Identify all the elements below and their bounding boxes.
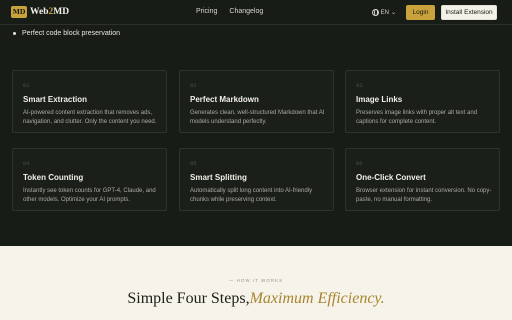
feature-card: 04 Token Counting Instantly see token co… xyxy=(12,148,167,211)
section-kicker: — HOW IT WORKS xyxy=(228,278,284,283)
feature-title: Perfect Markdown xyxy=(190,95,259,104)
feature-title: Smart Splitting xyxy=(190,173,247,182)
feature-title: One-Click Convert xyxy=(356,173,426,182)
feature-title: Token Counting xyxy=(23,173,84,182)
feature-title: Image Links xyxy=(356,95,403,104)
feature-number: 06 xyxy=(356,160,363,167)
nav-actions: EN ⌄ Login Install Extension xyxy=(371,5,497,20)
feature-card: 02 Perfect Markdown Generates clean, wel… xyxy=(179,70,334,133)
language-selector[interactable]: EN ⌄ xyxy=(371,9,396,16)
feature-number: 01 xyxy=(23,82,30,89)
logo[interactable]: MD Web2MD xyxy=(11,6,69,18)
feature-card: 03 Image Links Preserves image links wit… xyxy=(345,70,500,133)
nav-links: Pricing Changelog xyxy=(196,8,263,15)
feature-description: Generates clean, well-structured Markdow… xyxy=(190,110,325,125)
feature-description: Preserves image links with proper alt te… xyxy=(356,110,478,125)
feature-card: 05 Smart Splitting Automatically split l… xyxy=(179,148,334,211)
feature-description: Browser extension for instant conversion… xyxy=(356,188,492,203)
feature-bullet: Perfect code block preservation xyxy=(13,30,120,37)
nav-link-pricing[interactable]: Pricing xyxy=(196,8,217,15)
install-extension-button[interactable]: Install Extension xyxy=(441,5,497,20)
globe-icon xyxy=(371,9,379,16)
feature-description: AI-powered content extraction that remov… xyxy=(23,110,157,125)
logo-text-part3: MD xyxy=(53,7,70,17)
section-title-accent: Maximum Efficiency. xyxy=(249,290,385,307)
nav-link-changelog[interactable]: Changelog xyxy=(229,8,263,15)
logo-text: Web2MD xyxy=(30,7,69,17)
chevron-down-icon: ⌄ xyxy=(390,10,396,16)
login-button[interactable]: Login xyxy=(406,5,435,20)
feature-number: 03 xyxy=(356,82,363,89)
section-title-plain: Simple Four Steps, xyxy=(127,290,250,307)
feature-number: 05 xyxy=(190,160,197,167)
feature-number: 02 xyxy=(190,82,197,89)
top-navbar: MD Web2MD Pricing Changelog EN ⌄ Login I… xyxy=(0,0,512,25)
logo-text-part1: Web xyxy=(30,7,49,17)
feature-description: Automatically split long content into AI… xyxy=(190,188,313,203)
feature-card: 06 One-Click Convert Browser extension f… xyxy=(345,148,500,211)
how-it-works-section: — HOW IT WORKS Simple Four Steps,Maximum… xyxy=(0,246,512,320)
language-label: EN xyxy=(380,9,389,16)
feature-card: 01 Smart Extraction AI-powered content e… xyxy=(12,70,167,133)
feature-title: Smart Extraction xyxy=(23,95,88,104)
section-title: Simple Four Steps,Maximum Efficiency. xyxy=(0,290,512,308)
bullet-dot-icon xyxy=(13,32,16,35)
feature-bullet-text: Perfect code block preservation xyxy=(22,30,121,37)
feature-number: 04 xyxy=(23,160,30,167)
feature-description: Instantly see token counts for GPT-4, Cl… xyxy=(23,188,156,203)
logo-badge-icon: MD xyxy=(11,6,27,18)
